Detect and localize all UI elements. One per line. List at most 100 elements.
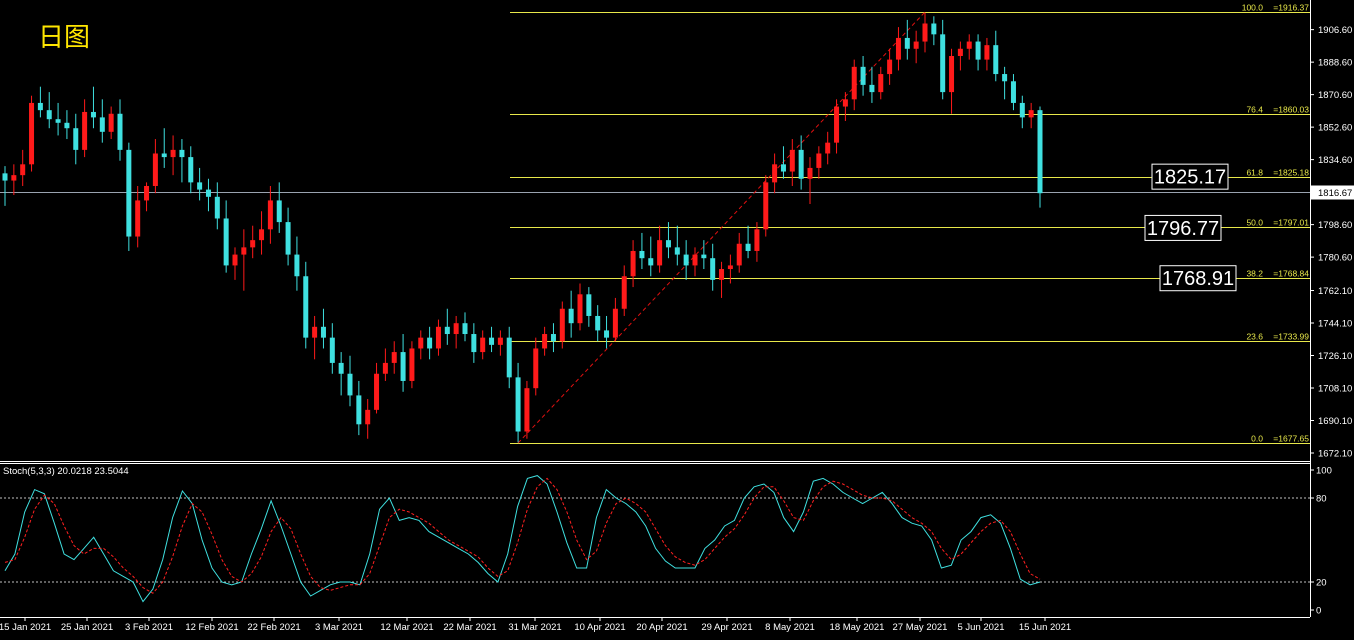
candle-body	[382, 362, 388, 374]
candle-body	[957, 48, 963, 56]
date-label-6: 12 Mar 2021	[380, 622, 433, 633]
price-chart: 100.0 =1916.37 76.4 =1860.03 61.8 =1825.18 50.…	[0, 0, 1354, 633]
candle-body	[1010, 81, 1016, 103]
candle-body	[453, 323, 459, 335]
candle-body	[285, 222, 291, 255]
candle-body	[542, 334, 548, 349]
price-tick-label-11: 1708.10	[1318, 384, 1352, 395]
fib-level-label-1: 76.4	[1246, 105, 1263, 115]
candle-body	[851, 66, 857, 100]
candle-body	[621, 276, 627, 309]
date-label-5: 3 Mar 2021	[315, 622, 363, 633]
candle-body	[223, 218, 229, 266]
candle-body	[665, 240, 671, 248]
price-tick-label-7: 1780.60	[1318, 253, 1352, 264]
fib-level-value-1: =1860.03	[1273, 105, 1309, 115]
candle-body	[29, 102, 35, 165]
candle-body	[214, 196, 220, 219]
candle-body	[241, 247, 247, 255]
date-label-2: 3 Feb 2021	[125, 622, 173, 633]
chart-title: 日图	[38, 22, 90, 52]
candle-body	[267, 200, 273, 230]
candle-body	[294, 254, 300, 277]
candle-body	[20, 164, 26, 176]
fib-level-label-2: 61.8	[1246, 168, 1263, 178]
price-tick-label-13: 1672.10	[1318, 449, 1352, 460]
candle-body	[895, 37, 901, 60]
candle-body	[11, 175, 17, 181]
date-label-8: 31 Mar 2021	[508, 622, 561, 633]
candle-body	[612, 308, 618, 338]
candle-body	[842, 99, 848, 107]
candle-body	[524, 388, 530, 432]
candle-body	[533, 348, 539, 389]
candle-body	[648, 258, 654, 266]
price-tick-label-3: 1852.60	[1318, 123, 1352, 134]
candle-body	[568, 308, 574, 324]
date-label-14: 27 May 2021	[893, 622, 948, 633]
candle-body	[365, 409, 371, 425]
candle-body	[604, 330, 610, 338]
candle-body	[338, 362, 344, 374]
callout-label-2: 1768.91	[1162, 268, 1234, 290]
candle-body	[559, 308, 565, 342]
candle-body	[400, 352, 406, 381]
fib-level-value-5: =1733.99	[1273, 332, 1309, 342]
candle-body	[595, 315, 601, 331]
candle-body	[1037, 110, 1043, 194]
candle-body	[710, 258, 716, 280]
candle-body	[816, 153, 822, 168]
stoch-tick-label-0: 100	[1316, 466, 1332, 477]
candle-body	[108, 113, 114, 132]
candle-body	[497, 337, 503, 345]
stoch-tick-label-3: 0	[1316, 606, 1321, 617]
candle-body	[117, 113, 123, 150]
candle-body	[356, 395, 362, 425]
candle-body	[966, 41, 972, 49]
candle-body	[312, 326, 318, 338]
candle-body	[834, 106, 840, 143]
stoch-tick-label-1: 80	[1316, 494, 1327, 505]
candle-body	[276, 200, 282, 223]
candle-body	[701, 254, 707, 259]
candle-body	[949, 55, 955, 93]
candle-body	[37, 102, 43, 111]
candle-body	[471, 334, 477, 353]
candle-body	[630, 250, 636, 277]
price-tick-label-6: 1798.60	[1318, 220, 1352, 231]
candle-body	[860, 66, 866, 85]
date-label-10: 20 Apr 2021	[636, 622, 687, 633]
date-label-15: 5 Jun 2021	[957, 622, 1004, 633]
current-price-label: 1816.67	[1318, 188, 1352, 199]
candle-body	[586, 294, 592, 316]
candle-body	[205, 189, 211, 197]
candle-body	[232, 254, 238, 266]
candle-body	[82, 111, 88, 150]
candle-body	[515, 377, 521, 432]
candle-body	[444, 326, 450, 335]
candle-body	[320, 326, 326, 338]
candle-body	[780, 164, 786, 172]
candle-body	[550, 334, 556, 342]
candle-body	[692, 254, 698, 266]
fib-level-label-3: 50.0	[1246, 218, 1263, 228]
callout-label-1: 1796.77	[1147, 218, 1219, 240]
candle-body	[719, 269, 725, 280]
candle-body	[887, 59, 893, 75]
candle-body	[418, 337, 424, 349]
date-label-7: 22 Mar 2021	[443, 622, 496, 633]
candle-body	[462, 323, 468, 335]
candle-body	[727, 265, 733, 270]
price-axis: 1906.60 1888.60 1870.60 1852.60 1834.60 1816.…	[1310, 25, 1354, 460]
date-label-9: 10 Apr 2021	[574, 622, 625, 633]
callout-label-0: 1825.17	[1154, 167, 1226, 189]
candle-body	[931, 23, 937, 35]
date-label-13: 18 May 2021	[830, 622, 885, 633]
candle-body	[259, 229, 265, 241]
candle-body	[152, 153, 158, 186]
candle-body	[825, 142, 831, 154]
date-label-3: 12 Feb 2021	[185, 622, 238, 633]
candle-body	[984, 45, 990, 60]
candle-body	[144, 185, 150, 201]
candle-body	[161, 153, 167, 158]
